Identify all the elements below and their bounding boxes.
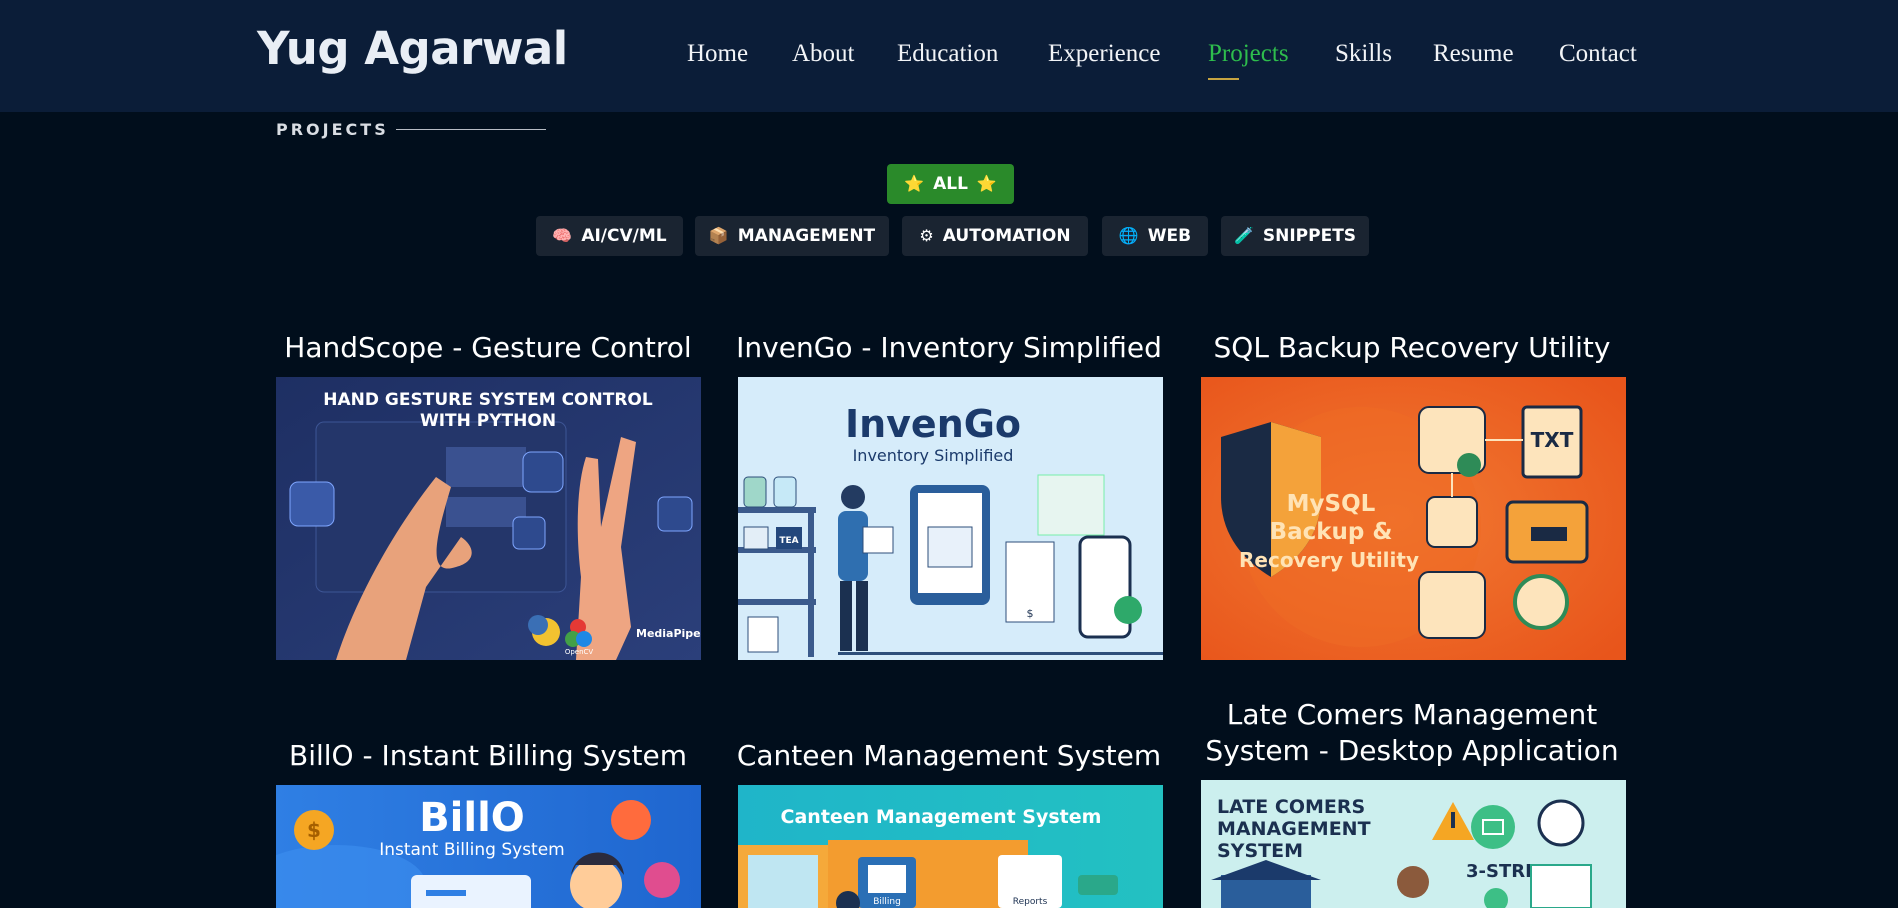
project-title[interactable]: SQL Backup Recovery Utility <box>1182 330 1642 366</box>
filter-web-label: WEB <box>1147 226 1192 246</box>
image-caption: SYSTEM <box>1217 840 1303 862</box>
image-caption: InvenGo <box>845 402 1021 446</box>
filter-snippets-label: SNIPPETS <box>1262 226 1357 246</box>
filter-ai-cv-ml-button[interactable]: 🧠 AI/CV/ML <box>536 216 683 256</box>
image-caption: Instant Billing System <box>379 840 565 860</box>
filter-management-label: MANAGEMENT <box>737 226 876 246</box>
project-image-handscope[interactable]: HAND GESTURE SYSTEM CONTROL WITH PYTHON … <box>276 377 701 660</box>
project-image-late-comers[interactable]: LATE COMERS MANAGEMENT SYSTEM 3-STRIKE <box>1201 780 1626 908</box>
image-caption: WITH PYTHON <box>420 411 556 431</box>
filter-web-button[interactable]: 🌐 WEB <box>1102 216 1208 256</box>
package-icon: 📦 <box>708 226 729 245</box>
image-caption: TXT <box>1531 428 1574 452</box>
project-image-sql-backup[interactable]: MySQL Backup & Recovery Utility TXT <box>1201 377 1626 660</box>
svg-text:$: $ <box>307 818 321 842</box>
image-caption: Canteen Management System <box>781 806 1102 828</box>
image-caption: HAND GESTURE SYSTEM CONTROL <box>323 390 653 410</box>
filter-snippets-button[interactable]: 🧪 SNIPPETS <box>1221 216 1369 256</box>
project-title[interactable]: HandScope - Gesture Control <box>258 330 718 366</box>
brain-icon: 🧠 <box>552 226 573 245</box>
nav-home[interactable]: Home <box>687 40 748 68</box>
image-caption: BillO <box>419 795 525 841</box>
project-title[interactable]: BillO - Instant Billing System <box>258 738 718 774</box>
image-caption: $ <box>1027 607 1034 620</box>
nav-contact[interactable]: Contact <box>1559 40 1637 68</box>
test-tube-icon: 🧪 <box>1233 226 1254 245</box>
section-label: PROJECTS <box>276 120 389 139</box>
nav-projects[interactable]: Projects <box>1208 40 1289 68</box>
image-caption: TEA <box>779 536 798 546</box>
filter-automation-label: AUTOMATION <box>942 226 1071 246</box>
gear-icon: ⚙ <box>919 226 934 245</box>
image-caption: LATE COMERS <box>1217 796 1365 818</box>
project-image-billo[interactable]: $ BillO Instant Billing System <box>276 785 701 908</box>
image-caption: MediaPipe <box>636 627 701 640</box>
image-caption: Billing <box>873 897 901 907</box>
star-icon: ⭐ <box>976 174 997 193</box>
filter-ai-cv-ml-label: AI/CV/ML <box>581 226 667 246</box>
project-title[interactable]: InvenGo - Inventory Simplified <box>719 330 1179 366</box>
image-caption: Recovery Utility <box>1239 548 1419 572</box>
project-image-invengo[interactable]: InvenGo Inventory Simplified TEA $ <box>738 377 1163 660</box>
filter-all-button[interactable]: ⭐ ALL ⭐ <box>887 164 1014 204</box>
image-caption: Backup & <box>1270 519 1393 545</box>
nav-experience[interactable]: Experience <box>1048 40 1160 68</box>
main-nav: Home About Education Experience Projects… <box>0 40 1898 80</box>
project-title[interactable]: Canteen Management System <box>719 738 1179 774</box>
nav-education[interactable]: Education <box>897 40 998 68</box>
filter-management-button[interactable]: 📦 MANAGEMENT <box>695 216 889 256</box>
active-nav-underline <box>1208 78 1239 80</box>
image-caption: MySQL <box>1287 491 1376 517</box>
nav-resume[interactable]: Resume <box>1433 40 1514 68</box>
image-caption: Inventory Simplified <box>853 446 1014 465</box>
site-header: Yug Agarwal Home About Education Experie… <box>0 0 1898 112</box>
project-title-line: Late Comers Management <box>1226 698 1598 731</box>
image-caption: MANAGEMENT <box>1217 818 1371 840</box>
image-caption: OpenCV <box>565 648 594 656</box>
project-image-canteen[interactable]: Canteen Management System Billing Report… <box>738 785 1163 908</box>
filter-automation-button[interactable]: ⚙ AUTOMATION <box>902 216 1088 256</box>
star-icon: ⭐ <box>904 174 925 193</box>
project-title-late-comers[interactable]: Late Comers Management System - Desktop … <box>1182 697 1642 769</box>
filter-all-label: ALL <box>933 174 968 194</box>
nav-about[interactable]: About <box>792 40 855 68</box>
image-caption: Reports <box>1013 897 1048 907</box>
section-divider <box>396 129 546 130</box>
nav-skills[interactable]: Skills <box>1335 40 1392 68</box>
project-title-line: System - Desktop Application <box>1205 734 1619 767</box>
globe-icon: 🌐 <box>1118 226 1139 245</box>
